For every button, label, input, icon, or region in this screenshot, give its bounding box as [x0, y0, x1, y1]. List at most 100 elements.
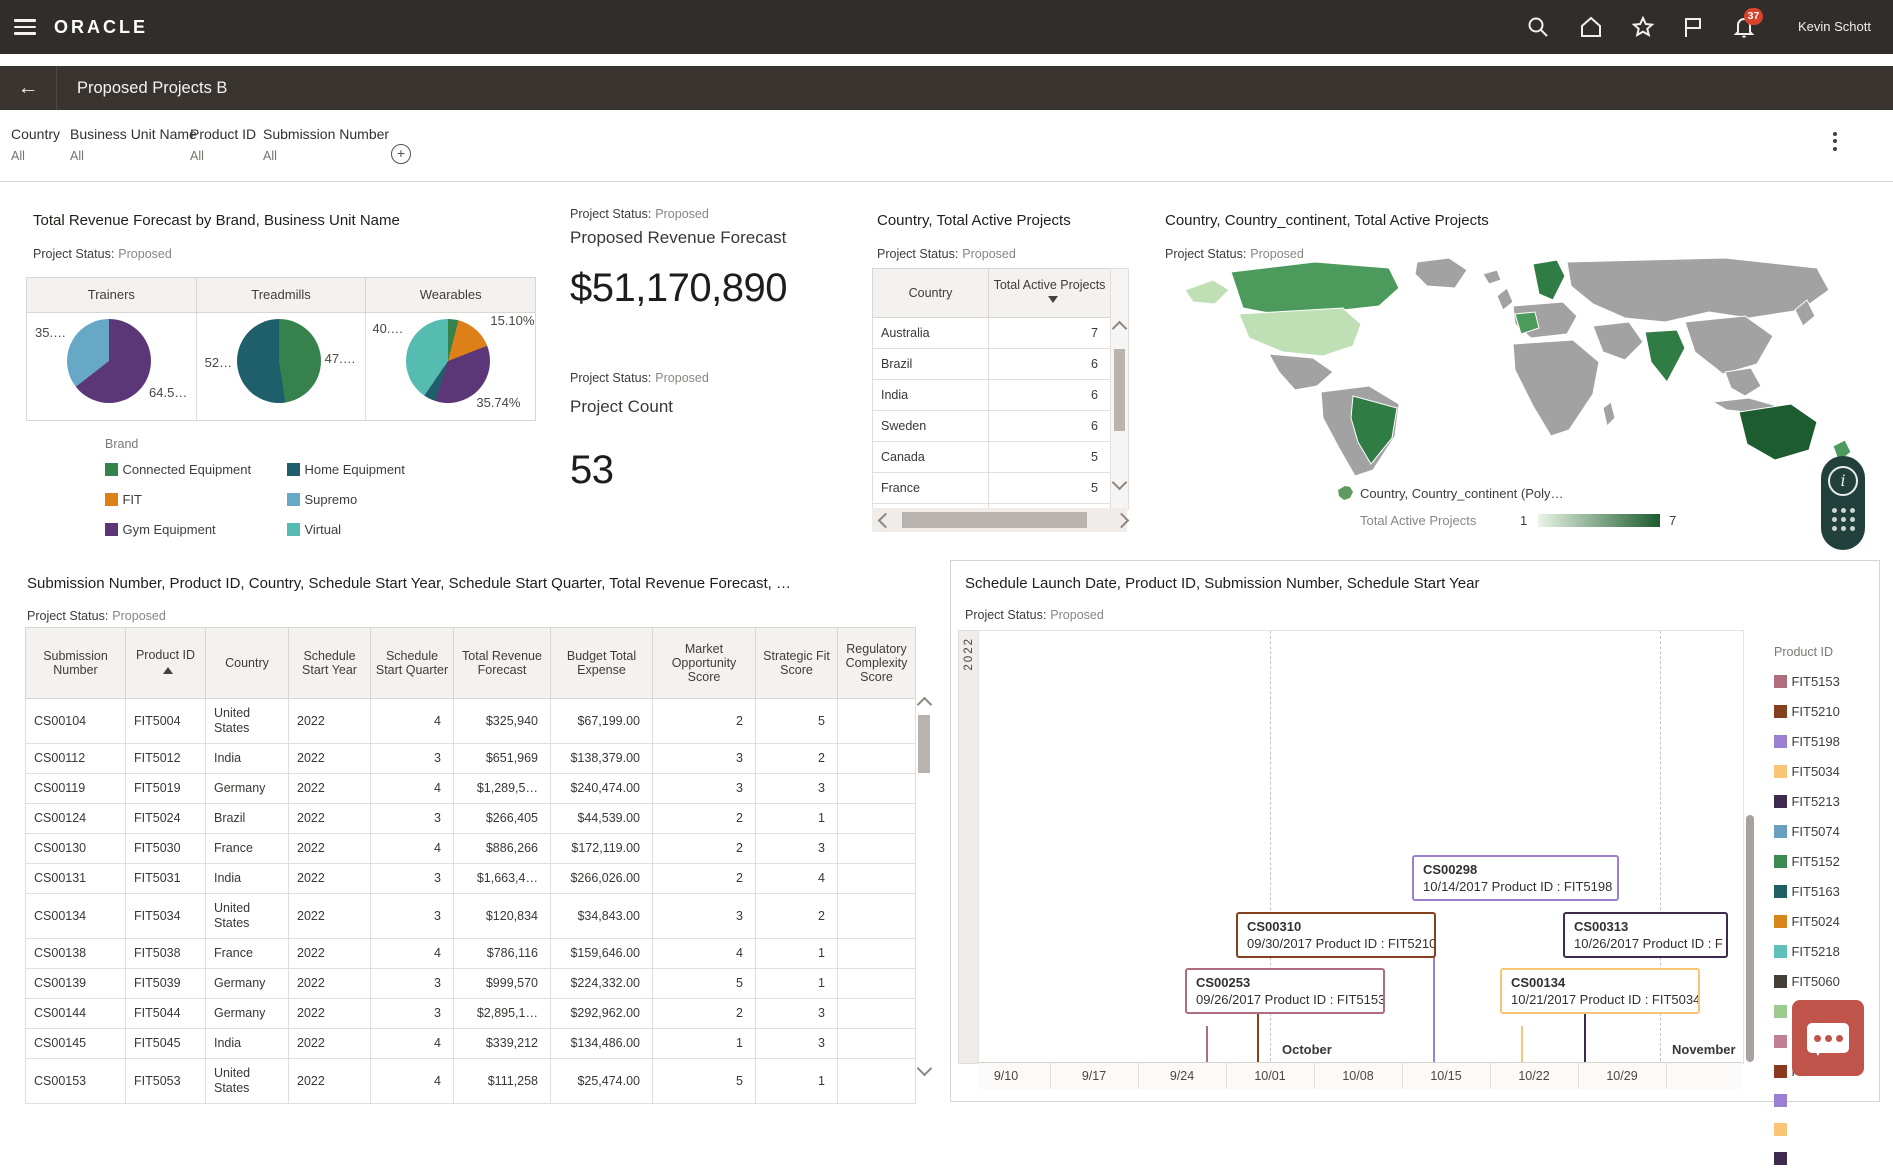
legend-label[interactable]: FIT5153: [1791, 674, 1839, 689]
search-icon[interactable]: [1526, 15, 1550, 44]
map-country-sweden[interactable]: [1533, 260, 1565, 300]
scroll-up-icon[interactable]: [917, 697, 933, 713]
add-filter-icon[interactable]: +: [391, 144, 411, 164]
chat-assistant-button[interactable]: [1792, 1000, 1864, 1076]
legend-label[interactable]: FIT5074: [1791, 824, 1839, 839]
timeline-vscrollbar-thumb[interactable]: [1746, 815, 1754, 1062]
legend-label[interactable]: FIT5210: [1791, 704, 1839, 719]
scroll-thumb[interactable]: [902, 512, 1087, 528]
table-row[interactable]: France5: [873, 473, 1111, 504]
col-header-regulatory[interactable]: Regulatory Complexity Score: [838, 628, 916, 699]
favorites-star-icon[interactable]: [1631, 15, 1655, 44]
pie-label: 64.5…: [149, 385, 187, 400]
scroll-thumb[interactable]: [918, 715, 930, 773]
table-row[interactable]: CS00153FIT5053United States20224$111,258…: [26, 1059, 916, 1104]
map-country-australia[interactable]: [1739, 404, 1817, 460]
legend-label[interactable]: FIT5060: [1791, 974, 1839, 989]
col-header-submission[interactable]: Submission Number: [26, 628, 126, 699]
legend-label[interactable]: FIT5024: [1791, 914, 1839, 929]
legend-label[interactable]: FIT5152: [1791, 854, 1839, 869]
map-country-india[interactable]: [1645, 330, 1685, 382]
legend-label[interactable]: FIT5034: [1791, 764, 1839, 779]
scroll-down-icon[interactable]: [917, 1061, 933, 1077]
legend-label[interactable]: Connected Equipment: [122, 462, 251, 477]
table-row[interactable]: Canada5: [873, 442, 1111, 473]
projects-table-vscrollbar[interactable]: [915, 691, 933, 1080]
home-icon[interactable]: [1579, 15, 1603, 44]
pie-wearables[interactable]: [406, 319, 490, 403]
filter-submission-number[interactable]: Submission Number All: [263, 126, 389, 163]
table-row[interactable]: Sweden6: [873, 411, 1111, 442]
map-country-canada[interactable]: [1231, 262, 1399, 316]
canvas-menu-kebab-icon[interactable]: [1833, 128, 1837, 154]
scroll-up-icon[interactable]: [1112, 321, 1128, 337]
legend-swatch: [287, 523, 300, 536]
back-arrow-icon[interactable]: ←: [0, 66, 57, 110]
col-header-market-opportunity[interactable]: Market Opportunity Score: [653, 628, 756, 699]
legend-swatch: [1774, 915, 1787, 928]
world-choropleth-map[interactable]: [1165, 256, 1875, 480]
pie-treadmills[interactable]: [237, 319, 321, 403]
map-country-alaska[interactable]: [1185, 280, 1229, 304]
country-col-header[interactable]: Country: [873, 269, 989, 318]
legend-label[interactable]: FIT5163: [1791, 884, 1839, 899]
col-header-start-quarter[interactable]: Schedule Start Quarter: [371, 628, 454, 699]
legend-label[interactable]: FIT5198: [1791, 734, 1839, 749]
event-callout-cs00134[interactable]: CS00134 10/21/2017 Product ID : FIT5034: [1500, 968, 1700, 1014]
projects-table: Submission Number Product ID Country Sch…: [25, 627, 916, 1104]
flag-icon[interactable]: [1681, 15, 1705, 44]
apps-grid-icon[interactable]: [1832, 508, 1855, 531]
table-row[interactable]: CS00138FIT5038France20224$786,116$159,64…: [26, 939, 916, 969]
table-row[interactable]: CS00139FIT5039Germany20223$999,570$224,3…: [26, 969, 916, 999]
col-header-country[interactable]: Country: [206, 628, 289, 699]
event-callout-cs00298[interactable]: CS00298 10/14/2017 Product ID : FIT5198: [1412, 855, 1619, 901]
table-row[interactable]: CS00119FIT5019Germany20224$1,289,5…$240,…: [26, 774, 916, 804]
event-callout-cs00253[interactable]: CS00253 09/26/2017 Product ID : FIT5153: [1185, 968, 1385, 1014]
filter-business-unit[interactable]: Business Unit Name All: [70, 126, 197, 163]
col-header-revenue[interactable]: Total Revenue Forecast: [454, 628, 551, 699]
user-name[interactable]: Kevin Schott: [1798, 19, 1871, 34]
hamburger-menu-icon[interactable]: [14, 15, 36, 39]
legend-label[interactable]: FIT5213: [1791, 794, 1839, 809]
pie-trainers[interactable]: [67, 319, 151, 403]
country-table-hscrollbar[interactable]: [872, 508, 1127, 532]
legend-label[interactable]: Home Equipment: [304, 462, 404, 477]
legend-label[interactable]: FIT5218: [1791, 944, 1839, 959]
col-header-budget[interactable]: Budget Total Expense: [551, 628, 653, 699]
table-row[interactable]: India6: [873, 380, 1111, 411]
event-callout-cs00310[interactable]: CS00310 09/30/2017 Product ID : FIT5210: [1236, 912, 1436, 958]
table-row[interactable]: Australia7: [873, 318, 1111, 349]
table-row[interactable]: CS00144FIT5044Germany20223$2,895,1…$292,…: [26, 999, 916, 1029]
scroll-right-icon[interactable]: [1114, 513, 1130, 529]
event-callout-cs00313[interactable]: CS00313 10/26/2017 Product ID : F: [1563, 912, 1728, 958]
filter-country[interactable]: Country All: [11, 126, 60, 163]
legend-label[interactable]: Supremo: [304, 492, 357, 507]
total-active-col-header[interactable]: Total Active Projects: [989, 269, 1111, 318]
table-row[interactable]: CS00134FIT5034United States20223$120,834…: [26, 894, 916, 939]
legend-label[interactable]: Gym Equipment: [122, 522, 215, 537]
map-layer-label[interactable]: Country, Country_continent (Poly…: [1360, 486, 1564, 501]
table-row[interactable]: CS00131FIT5031India20223$1,663,4…$266,02…: [26, 864, 916, 894]
col-header-strategic-fit[interactable]: Strategic Fit Score: [756, 628, 838, 699]
col-header-start-year[interactable]: Schedule Start Year: [289, 628, 371, 699]
table-row[interactable]: CS00145FIT5045India20224$339,212$134,486…: [26, 1029, 916, 1059]
table-row[interactable]: Brazil6: [873, 349, 1111, 380]
table-row[interactable]: CS00124FIT5024Brazil20223$266,405$44,539…: [26, 804, 916, 834]
notifications-bell-icon[interactable]: 37: [1732, 15, 1756, 44]
legend-label[interactable]: Virtual: [304, 522, 341, 537]
country-panel-title: Country, Total Active Projects: [877, 212, 1071, 229]
scroll-down-icon[interactable]: [1112, 475, 1128, 491]
table-row[interactable]: CS00112FIT5012India20223$651,969$138,379…: [26, 744, 916, 774]
info-icon[interactable]: i: [1828, 466, 1858, 496]
col-header-product-id[interactable]: Product ID: [126, 628, 206, 699]
timeline-year-label: 2022: [963, 637, 975, 671]
table-row[interactable]: CS00130FIT5030France20224$886,266$172,11…: [26, 834, 916, 864]
scroll-thumb[interactable]: [1114, 349, 1125, 431]
map-country-united-states[interactable]: [1239, 308, 1361, 356]
country-table-vscrollbar[interactable]: [1110, 268, 1129, 510]
filter-product-id[interactable]: Product ID All: [190, 126, 256, 163]
legend-label[interactable]: FIT: [122, 492, 142, 507]
legend-swatch: [1774, 825, 1787, 838]
scroll-left-icon[interactable]: [878, 513, 894, 529]
table-row[interactable]: CS00104FIT5004United States20224$325,940…: [26, 699, 916, 744]
